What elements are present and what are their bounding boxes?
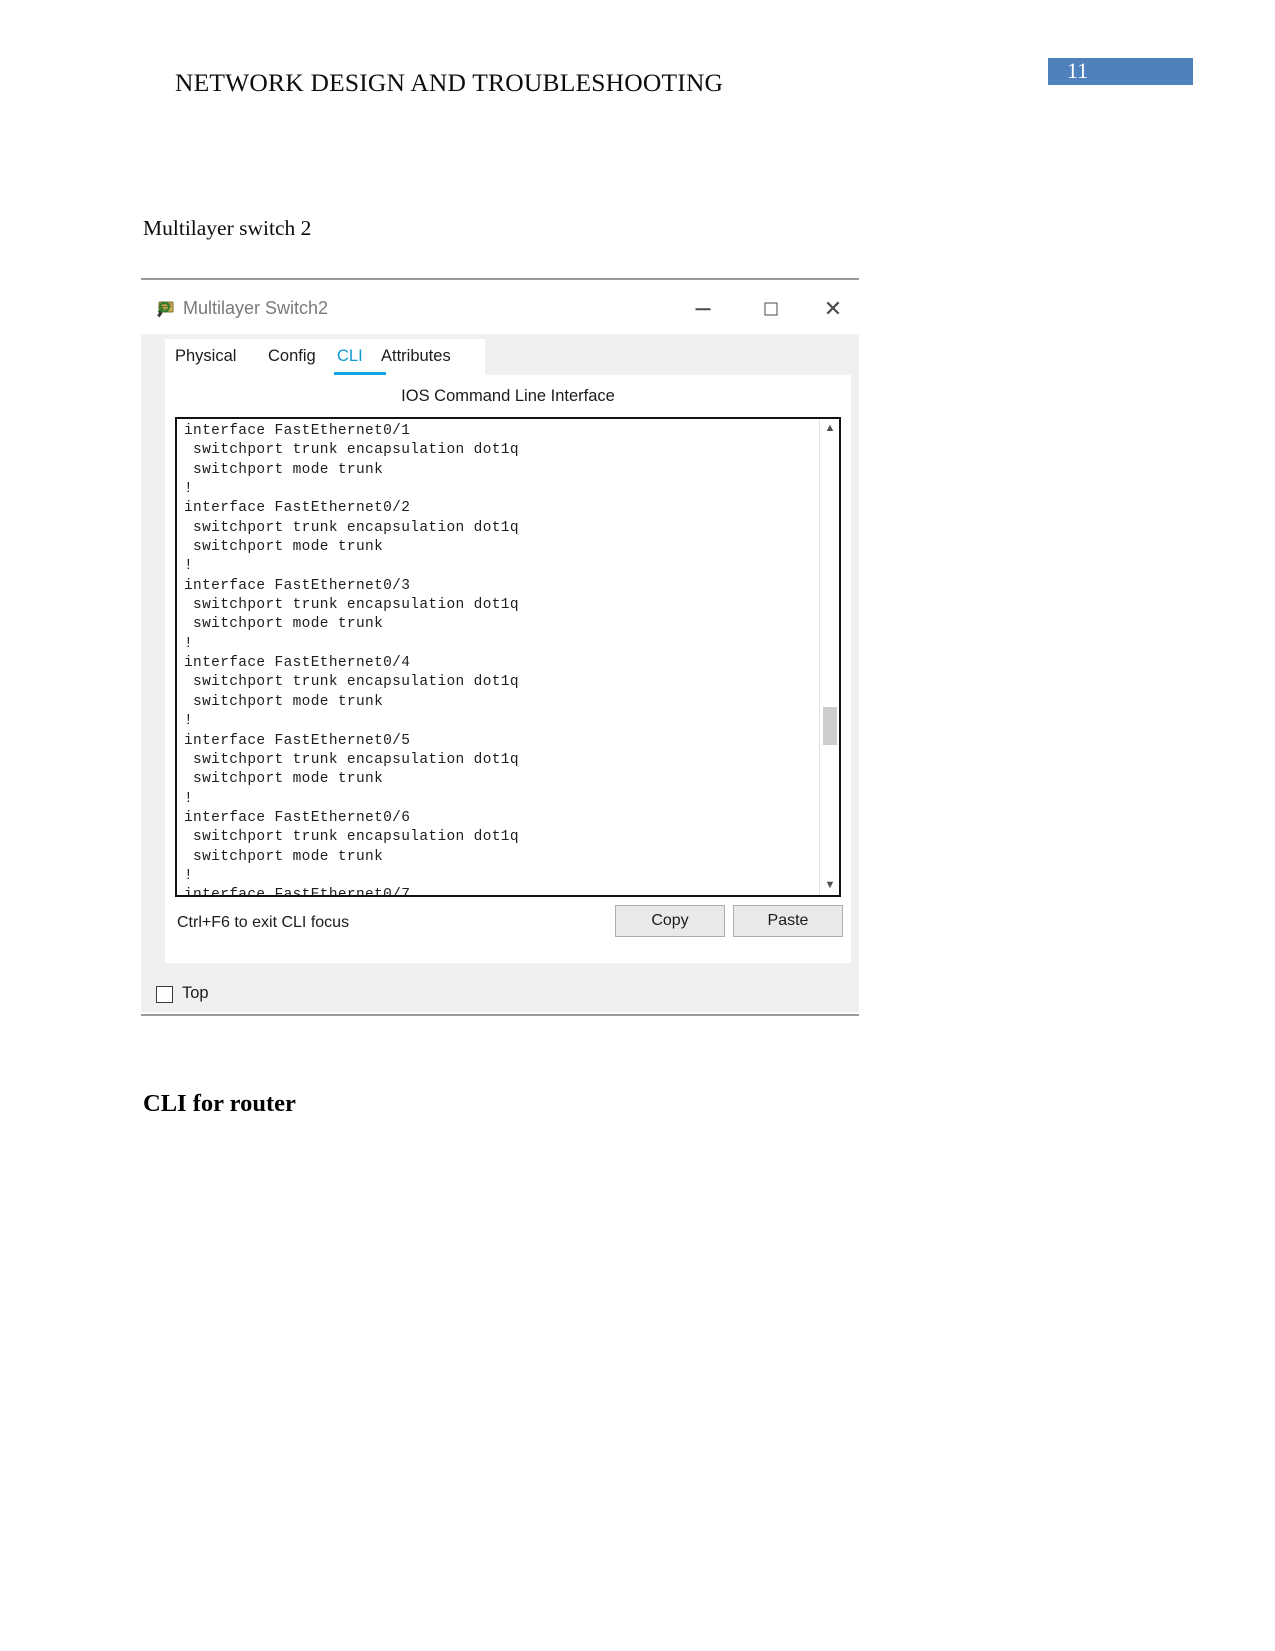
- page-number-badge: 11: [1048, 58, 1193, 85]
- top-checkbox[interactable]: [156, 986, 173, 1003]
- close-icon: ✕: [823, 296, 843, 321]
- chevron-up-icon[interactable]: ▲: [820, 419, 839, 438]
- figure-caption: Multilayer switch 2: [143, 216, 312, 240]
- tab-physical[interactable]: Physical: [175, 339, 236, 375]
- packet-tracer-window: Multilayer Switch2 ✕ Physical Config CLI…: [141, 286, 859, 1012]
- page-title: NETWORK DESIGN AND TROUBLESHOOTING: [175, 68, 724, 97]
- page-number-value: 11: [1067, 58, 1089, 83]
- cli-heading: IOS Command Line Interface: [401, 387, 615, 405]
- window-bottom-row: Top: [141, 976, 859, 1012]
- tab-config[interactable]: Config: [268, 339, 316, 375]
- cli-terminal-text: interface FastEthernet0/1 switchport tru…: [184, 423, 519, 897]
- section-heading: CLI for router: [143, 1090, 296, 1117]
- window-content-panel: Physical Config CLI Attributes IOS Comma…: [149, 334, 851, 964]
- packet-tracer-switch-icon: [157, 301, 174, 318]
- minimize-icon: [695, 308, 711, 310]
- scrollbar-thumb[interactable]: [823, 707, 837, 745]
- window-titlebar: Multilayer Switch2 ✕: [141, 286, 859, 334]
- figure-top-divider: [141, 278, 859, 280]
- minimize-button[interactable]: [677, 286, 729, 332]
- tab-cli[interactable]: CLI: [337, 339, 363, 375]
- cli-scrollbar[interactable]: ▲ ▼: [819, 419, 839, 895]
- figure-bottom-divider: [141, 1014, 859, 1016]
- chevron-down-icon[interactable]: ▼: [820, 876, 839, 895]
- window-title-text: Multilayer Switch2: [183, 298, 329, 318]
- maximize-icon: [764, 302, 778, 316]
- tab-strip: Physical Config CLI Attributes: [165, 339, 485, 375]
- tab-attributes[interactable]: Attributes: [381, 339, 451, 375]
- copy-button[interactable]: Copy: [615, 905, 725, 937]
- top-checkbox-label: Top: [182, 984, 209, 1002]
- cli-focus-hint: Ctrl+F6 to exit CLI focus: [177, 914, 350, 931]
- paste-button[interactable]: Paste: [733, 905, 843, 937]
- embedded-screenshot-figure: Multilayer Switch2 ✕ Physical Config CLI…: [141, 278, 859, 1016]
- document-header: NETWORK DESIGN AND TROUBLESHOOTING 11: [0, 0, 1275, 130]
- maximize-button[interactable]: [745, 286, 797, 332]
- close-button[interactable]: ✕: [807, 286, 859, 332]
- cli-card: IOS Command Line Interface interface Fas…: [165, 375, 851, 963]
- cli-terminal[interactable]: interface FastEthernet0/1 switchport tru…: [175, 417, 841, 897]
